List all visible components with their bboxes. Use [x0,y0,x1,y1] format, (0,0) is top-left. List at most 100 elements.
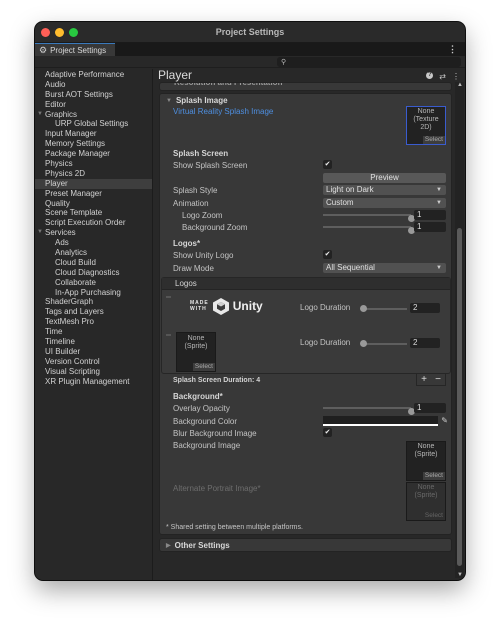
sidebar-item[interactable]: Quality [35,199,152,209]
sidebar-item[interactable]: Package Manager [35,149,152,159]
slider-knob[interactable] [360,339,367,347]
sidebar-item[interactable]: Burst AOT Settings [35,90,152,100]
sidebar-item[interactable]: Audio [35,80,152,90]
sidebar-item[interactable]: Input Manager [35,129,152,139]
splash-style-dropdown[interactable]: Light on Dark ▼ [323,185,446,196]
select-button[interactable]: Select [422,136,445,144]
logo-duration-slider[interactable] [360,304,407,312]
search-input[interactable]: ⚲ [277,57,461,67]
search-bar: ⚲ [35,56,465,68]
sidebar-item[interactable]: Scene Template [35,208,152,218]
sidebar-item[interactable]: Player [35,178,152,189]
draw-mode-dropdown[interactable]: All Sequential ▼ [323,262,446,273]
add-logo-button[interactable]: + [421,374,427,385]
sidebar-item[interactable]: ▼ Services [35,228,152,238]
more-menu-icon[interactable]: ⋮ [452,72,460,81]
select-button[interactable]: Select [192,362,215,371]
resolution-section-header[interactable]: Resolution and Presentation [159,82,452,91]
logos-list-footer: Splash Screen Duration: 4 + − [160,373,451,388]
sidebar-item[interactable]: URP Global Settings [35,119,152,129]
drag-handle-icon[interactable] [166,333,171,336]
sidebar-item-label: ShaderGraph [45,297,94,307]
logo-duration-slider[interactable] [360,339,407,347]
select-button[interactable]: Select [422,472,445,481]
remove-logo-button[interactable]: − [435,374,441,385]
project-settings-window: Project Settings ⚙ Project Settings ⋮ ⚲ … [35,22,465,580]
scroll-thumb[interactable] [457,228,462,566]
sidebar-item-label: TextMesh Pro [45,317,94,327]
overlay-opacity-label: Overlay Opacity [173,404,230,414]
show-splash-checkbox[interactable]: ✔ [323,160,332,170]
help-icon[interactable]: ? [426,72,434,79]
sidebar-item[interactable]: Adaptive Performance [35,70,152,80]
eyedropper-icon[interactable]: ✎ [441,416,448,425]
sidebar-item[interactable]: Physics [35,159,152,169]
slider-knob[interactable] [360,304,367,312]
tab-project-settings[interactable]: ⚙ Project Settings [35,43,115,56]
background-image-label: Background Image [173,441,241,451]
scroll-down-icon[interactable]: ▼ [457,572,463,578]
fold-open-icon[interactable]: ▼ [37,110,43,120]
sidebar-item-label: Graphics [45,109,78,119]
vr-splash-image-field[interactable]: None (Texture 2D) Select [406,106,446,145]
logo-duration-field[interactable]: 2 [410,302,440,313]
sidebar-item[interactable]: Ads [35,238,152,248]
sidebar-item[interactable]: ShaderGraph [35,297,152,307]
sidebar-item[interactable]: Timeline [35,337,152,347]
sidebar-item[interactable]: Collaborate [35,278,152,288]
minimize-window-button[interactable] [55,28,64,37]
splash-style-row: Splash Style Light on Dark ▼ [160,184,451,196]
tab-menu-icon[interactable]: ⋮ [448,43,457,56]
sidebar-item[interactable]: Tags and Layers [35,307,152,317]
overlay-opacity-slider[interactable] [323,407,415,416]
chevron-down-icon: ▼ [436,264,442,271]
other-settings-header[interactable]: ▶ Other Settings [159,538,452,553]
sidebar-item[interactable]: Analytics [35,248,152,258]
sidebar-item[interactable]: Preset Manager [35,189,152,199]
sidebar-item[interactable]: Memory Settings [35,139,152,149]
sidebar-item-label: Player [45,178,68,188]
overlay-opacity-field[interactable]: 1 [414,403,446,414]
sidebar-item[interactable]: Physics 2D [35,169,152,179]
maximize-window-button[interactable] [69,28,78,37]
made-with-text: MADE WITH [190,300,209,312]
background-zoom-slider[interactable] [323,226,415,235]
animation-dropdown[interactable]: Custom ▼ [323,197,446,208]
sidebar-item[interactable]: XR Plugin Management [35,377,152,387]
sidebar-item-label: Adaptive Performance [45,70,125,79]
logo-sprite-field[interactable]: None (Sprite) Select [176,331,216,372]
sidebar-item[interactable]: In-App Purchasing [35,288,152,298]
sidebar-item[interactable]: Script Execution Order [35,218,152,228]
sidebar-item-label: Tags and Layers [45,307,104,317]
background-color-field[interactable] [323,415,438,426]
player-settings-pane: Player ? ⇄ ⋮ Resolution and Presentation… [153,68,465,580]
logo-zoom-field[interactable]: 1 [414,209,446,220]
background-image-field[interactable]: None (Sprite) Select [406,441,446,482]
sidebar-item[interactable]: Time [35,327,152,337]
logo-zoom-slider[interactable] [323,213,415,222]
sidebar-item[interactable]: Cloud Build [35,258,152,268]
sidebar-item[interactable]: UI Builder [35,347,152,357]
other-settings-title: Other Settings [174,540,230,550]
background-zoom-field[interactable]: 1 [414,222,446,233]
sidebar-item[interactable]: TextMesh Pro [35,317,152,327]
presets-icon[interactable]: ⇄ [439,72,446,81]
animation-value: Custom [326,197,354,207]
sidebar-item[interactable]: Cloud Diagnostics [35,268,152,278]
close-window-button[interactable] [41,28,50,37]
sidebar-item[interactable]: Editor [35,100,152,110]
vertical-scrollbar[interactable]: ▲ ▼ [455,82,464,578]
fold-open-icon[interactable]: ▼ [37,228,43,238]
sidebar-item-label: Analytics [55,248,88,258]
drag-handle-icon[interactable] [166,295,171,298]
blur-background-checkbox[interactable]: ✔ [323,428,332,438]
scroll-up-icon[interactable]: ▲ [457,82,463,88]
show-unity-logo-checkbox[interactable]: ✔ [323,250,332,260]
logo-duration-field[interactable]: 2 [410,337,440,348]
sidebar-item[interactable]: Version Control [35,357,152,367]
overlay-opacity-row: Overlay Opacity 1 [160,402,451,416]
select-button: Select [422,512,445,521]
preview-button[interactable]: Preview [323,172,446,183]
sidebar-item[interactable]: Visual Scripting [35,367,152,377]
sidebar-item[interactable]: ▼ Graphics [35,110,152,120]
